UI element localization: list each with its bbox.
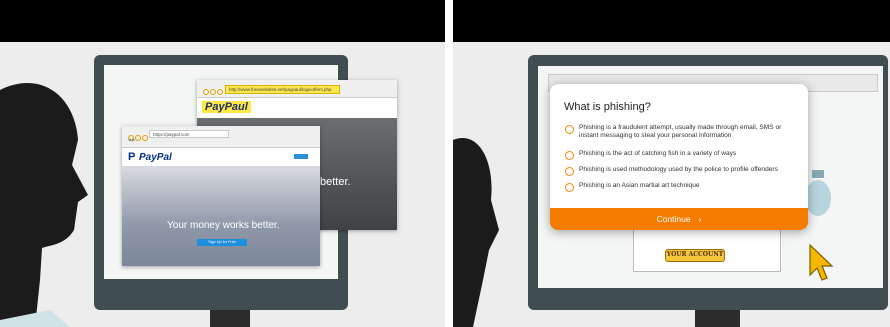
radio-button[interactable] (565, 151, 574, 160)
quiz-option[interactable]: Phishing is an Asian martial art techniq… (565, 182, 795, 192)
radio-button[interactable] (565, 183, 574, 192)
right-scene: YOUR ACCOUNT What is phishing? Phishing … (453, 0, 890, 327)
chevron-right-icon: › (698, 214, 702, 224)
radio-button[interactable] (565, 167, 574, 176)
continue-button[interactable]: Continue › (550, 208, 808, 230)
quiz-option[interactable]: Phishing is the act of catching fish in … (565, 150, 795, 160)
radio-button[interactable] (565, 125, 574, 134)
quiz-option[interactable]: Phishing is a fraudulent attempt, usuall… (565, 124, 795, 140)
signup-button[interactable]: Sign Up for Free (197, 239, 247, 246)
person-silhouette (453, 138, 499, 327)
phishing-nav-row: PayPaul (197, 98, 397, 118)
paypal-p-icon: P (128, 151, 136, 163)
top-black-bar (453, 0, 890, 42)
cursor-icon (809, 243, 834, 281)
paypal-hero-text: Your money works better. (167, 220, 280, 231)
continue-label: Continue (656, 214, 691, 224)
your-account-button[interactable]: YOUR ACCOUNT (665, 249, 725, 262)
real-browser-window: ◀ ▶ https://paypal.com P PayPal Your mon… (122, 126, 320, 266)
top-black-bar (0, 0, 445, 42)
real-url-bar[interactable]: https://paypal.com (149, 130, 229, 138)
nav-arrows[interactable]: ◀ ▶ (128, 137, 135, 142)
browser-chrome: http://www.freewebsites.net/paypaul/logi… (197, 80, 397, 98)
browser-chrome: ◀ ▶ https://paypal.com (122, 126, 320, 148)
quiz-question: What is phishing? (564, 101, 651, 113)
phishing-url-bar[interactable]: http://www.freewebsites.net/paypaul/logi… (225, 85, 340, 94)
phishing-hero-text: better. (320, 176, 351, 188)
paypal-hero-image (122, 166, 320, 266)
quiz-dialog: What is phishing? Phishing is a fraudule… (550, 84, 808, 230)
left-scene: http://www.freewebsites.net/paypaul/logi… (0, 0, 445, 327)
paypaul-logo: PayPaul (202, 101, 251, 113)
monitor-stand (210, 310, 250, 327)
monitor-stand (695, 310, 740, 327)
quiz-option[interactable]: Phishing is used methodology used by the… (565, 166, 795, 176)
login-button[interactable] (294, 154, 308, 159)
paypal-logo: PayPal (139, 152, 172, 163)
paypal-nav-row: P PayPal (122, 148, 320, 166)
